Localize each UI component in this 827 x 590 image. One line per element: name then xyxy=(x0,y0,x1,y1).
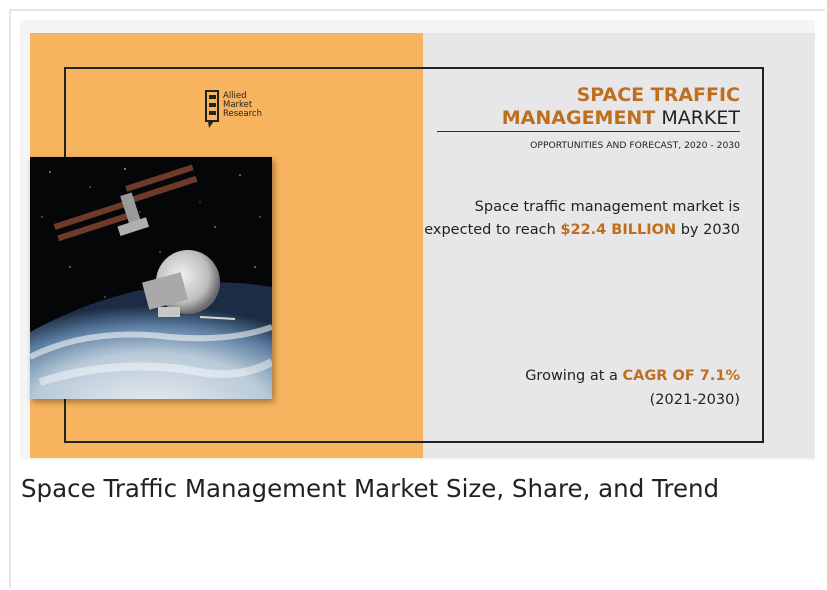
image-caption: Space Traffic Management Market Size, Sh… xyxy=(21,474,720,503)
cagr-period: (2021-2030) xyxy=(649,392,740,408)
title-line-2: MANAGEMENT MARKET xyxy=(420,107,740,130)
title-divider xyxy=(437,131,740,132)
cagr-prefix: Growing at a xyxy=(525,368,623,384)
title-line-1: SPACE TRAFFIC xyxy=(576,84,740,106)
report-subtitle: OPPORTUNITIES AND FORECAST, 2020 - 2030 xyxy=(530,140,740,151)
cagr-value: CAGR OF 7.1% xyxy=(622,368,740,384)
title-highlight: MANAGEMENT xyxy=(501,107,656,129)
space-scene-icon xyxy=(30,157,272,399)
logo-text: Allied Market Research xyxy=(223,92,262,119)
logo-line-3: Research xyxy=(223,109,262,119)
space-station-photo xyxy=(30,157,272,399)
report-title: SPACE TRAFFIC MANAGEMENT MARKET xyxy=(420,84,740,130)
cagr-line: Growing at a CAGR OF 7.1% xyxy=(410,364,740,388)
forecast-value: $22.4 BILLION xyxy=(560,222,677,238)
title-suffix: MARKET xyxy=(655,107,740,129)
market-forecast-text: Space traffic management market is expec… xyxy=(410,196,740,242)
forecast-suffix: by 2030 xyxy=(676,222,740,238)
logo-mark-icon xyxy=(205,90,219,128)
cagr-text: Growing at a CAGR OF 7.1% (2021-2030) xyxy=(410,364,740,412)
allied-market-research-logo: Allied Market Research xyxy=(205,90,285,134)
